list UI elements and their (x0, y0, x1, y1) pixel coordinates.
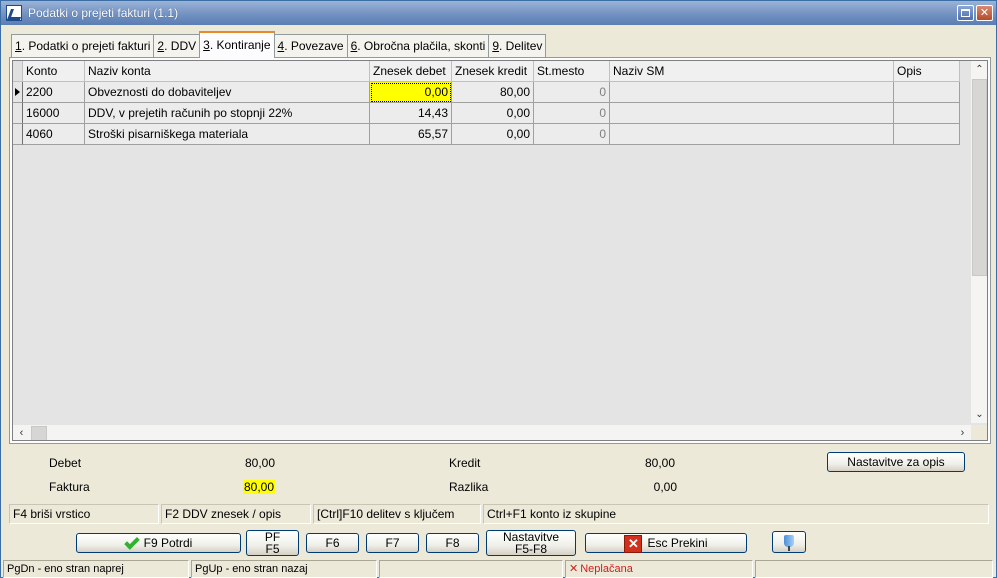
tab-panel-kontiranje: Konto Naziv konta Znesek debet Znesek kr… (9, 57, 991, 444)
f7-button[interactable]: F7 (366, 533, 419, 553)
f8-button[interactable]: F8 (426, 533, 479, 553)
x-icon: ✕ (624, 534, 643, 553)
row-indicator (13, 103, 23, 124)
cell-st-mesto[interactable]: 0 (534, 103, 610, 124)
pin-button[interactable] (772, 531, 806, 553)
cell-naziv-konta[interactable]: Obveznosti do dobaviteljev (85, 82, 370, 103)
table-row[interactable]: 2200 Obveznosti do dobaviteljev 0,00 80,… (13, 82, 960, 103)
column-header-naziv-sm[interactable]: Naziv SM (610, 61, 894, 82)
row-indicator (13, 82, 23, 103)
column-header-znesek-debet[interactable]: Znesek debet (370, 61, 452, 82)
cell-opis[interactable] (894, 124, 960, 145)
debet-label: Debet (49, 456, 82, 470)
kredit-value: 80,00 (644, 456, 675, 470)
table-row[interactable]: 16000 DDV, v prejetih računih po stopnji… (13, 103, 960, 124)
cell-naziv-sm[interactable] (610, 124, 894, 145)
razlika-value: 0,00 (653, 480, 677, 494)
column-header-opis[interactable]: Opis (894, 61, 960, 82)
cancel-button[interactable]: ✕ Esc Prekini (585, 533, 747, 553)
row-indicator (13, 124, 23, 145)
cell-konto[interactable]: 16000 (23, 103, 85, 124)
scroll-up-icon[interactable]: ⌃ (971, 61, 987, 78)
hint-split-by-key: [Ctrl]F10 delitev s ključem (313, 504, 481, 524)
check-icon (123, 534, 140, 551)
cell-znesek-debet[interactable]: 14,43 (370, 103, 452, 124)
status-page-down: PgDn - eno stran naprej (3, 560, 189, 578)
settings-for-description-button[interactable]: Nastavitve za opis (827, 452, 965, 472)
close-icon: ✕ (979, 7, 990, 19)
status-empty-last (755, 560, 993, 578)
cell-konto[interactable]: 4060 (23, 124, 85, 145)
cell-opis[interactable] (894, 103, 960, 124)
f6-button[interactable]: F6 (306, 533, 359, 553)
tab-povezave[interactable]: 4. Povezave (273, 34, 348, 58)
cell-znesek-debet[interactable]: 65,57 (370, 124, 452, 145)
hint-account-from-group: Ctrl+F1 konto iz skupine (483, 504, 989, 524)
row-indicator-header (13, 61, 23, 82)
status-bar: PgDn - eno stran naprej PgUp - eno stran… (1, 559, 996, 578)
kredit-label: Kredit (449, 456, 481, 470)
horizontal-scroll-thumb[interactable] (31, 426, 47, 440)
column-header-znesek-kredit[interactable]: Znesek kredit (452, 61, 534, 82)
column-header-naziv-konta[interactable]: Naziv konta (85, 61, 370, 82)
status-page-up: PgUp - eno stran nazaj (191, 560, 377, 578)
tab-ddv[interactable]: 2. DDV (153, 34, 201, 58)
current-row-arrow-icon (15, 88, 20, 96)
window-title: Podatki o prejeti fakturi (1.1) (28, 6, 179, 20)
cell-naziv-konta[interactable]: DDV, v prejetih računih po stopnji 22% (85, 103, 370, 124)
faktura-value-wrap: 80,00 (205, 480, 275, 494)
debet-value: 80,00 (244, 456, 275, 470)
horizontal-scrollbar[interactable]: ‹ › (13, 425, 971, 440)
scrollbar-corner (971, 425, 987, 440)
maximize-button[interactable] (957, 5, 974, 21)
cell-st-mesto[interactable]: 0 (534, 124, 610, 145)
tab-podatki[interactable]: 1. Podatki o prejeti fakturi (11, 34, 155, 58)
tab-obrocna-placila[interactable]: 6. Obročna plačila, skonti (346, 34, 490, 58)
accounting-grid[interactable]: Konto Naziv konta Znesek debet Znesek kr… (12, 60, 988, 441)
title-bar: Podatki o prejeti fakturi (1.1) ✕ (1, 1, 996, 25)
close-button[interactable]: ✕ (976, 5, 993, 21)
status-empty (379, 560, 563, 578)
scroll-right-icon[interactable]: › (954, 425, 971, 440)
faktura-label: Faktura (49, 480, 90, 494)
tab-strip: 1. Podatki o prejeti fakturi 2. DDV 3. K… (11, 31, 547, 58)
cell-st-mesto[interactable]: 0 (534, 82, 610, 103)
keyboard-hints: F4 briši vrstico F2 DDV znesek / opis [C… (9, 504, 991, 524)
faktura-value: 80,00 (242, 480, 275, 494)
grid-header: Konto Naziv konta Znesek debet Znesek kr… (13, 61, 960, 82)
cell-konto[interactable]: 2200 (23, 82, 85, 103)
column-header-st-mesto[interactable]: St.mesto (534, 61, 610, 82)
settings-f5-f8-button[interactable]: Nastavitve F5-F8 (486, 530, 576, 556)
tab-delitev[interactable]: 9. Delitev (488, 34, 547, 58)
tab-kontiranje[interactable]: 3. Kontiranje (199, 31, 275, 58)
vertical-scroll-thumb[interactable] (972, 79, 987, 276)
status-payment: ✕ Neplačana (565, 560, 753, 578)
table-row[interactable]: 4060 Stroški pisarniškega materiala 65,5… (13, 124, 960, 145)
pf-f5-button[interactable]: PF F5 (246, 530, 299, 556)
maximize-icon (961, 9, 970, 17)
pin-icon (784, 535, 794, 551)
scroll-left-icon[interactable]: ‹ (13, 425, 30, 440)
cell-znesek-kredit[interactable]: 0,00 (452, 103, 534, 124)
confirm-button[interactable]: F9 Potrdi (76, 533, 241, 553)
hint-ddv-amount: F2 DDV znesek / opis (161, 504, 311, 524)
cell-naziv-sm[interactable] (610, 82, 894, 103)
scroll-down-icon[interactable]: ⌄ (971, 406, 987, 423)
app-icon (6, 5, 22, 21)
unpaid-x-icon: ✕ (569, 563, 579, 575)
cell-opis[interactable] (894, 82, 960, 103)
cell-naziv-konta[interactable]: Stroški pisarniškega materiala (85, 124, 370, 145)
column-header-konto[interactable]: Konto (23, 61, 85, 82)
vertical-scrollbar[interactable]: ⌃ ⌄ (971, 61, 987, 423)
cell-znesek-kredit[interactable]: 0,00 (452, 124, 534, 145)
razlika-label: Razlika (449, 480, 489, 494)
cell-znesek-kredit[interactable]: 80,00 (452, 82, 534, 103)
window: Podatki o prejeti fakturi (1.1) ✕ 1. Pod… (0, 0, 997, 578)
cell-naziv-sm[interactable] (610, 103, 894, 124)
hint-delete-row: F4 briši vrstico (9, 504, 159, 524)
cell-znesek-debet[interactable]: 0,00 (370, 82, 452, 103)
